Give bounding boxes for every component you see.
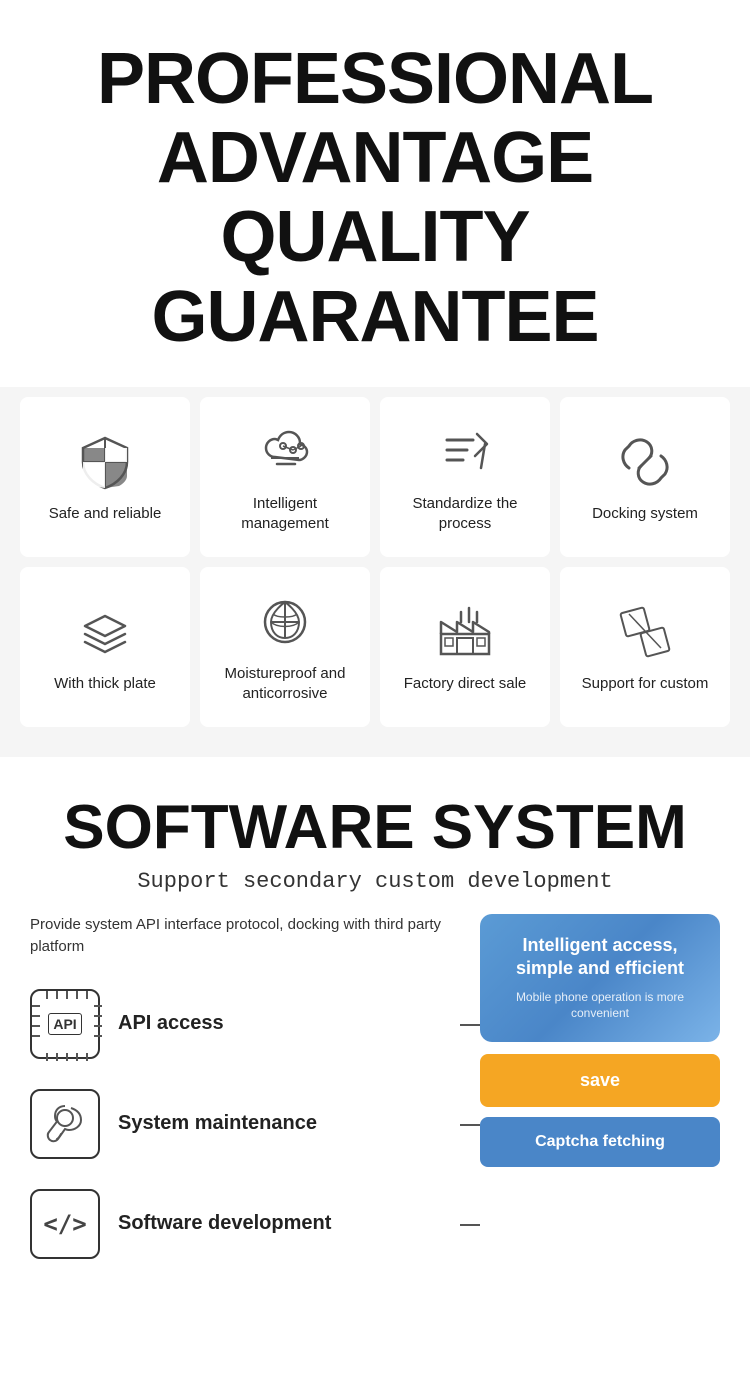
- software-left: Provide system API interface protocol, d…: [30, 914, 460, 1289]
- feature-card-docking: Docking system: [560, 397, 730, 557]
- chip-svg: [32, 991, 102, 1061]
- dev-item-label: Software development: [118, 1212, 331, 1235]
- save-button[interactable]: save: [480, 1054, 720, 1107]
- feature-card-standardize: Standardize the process: [380, 397, 550, 557]
- feature-label-intelligent: Intelligent management: [210, 494, 360, 533]
- header-line1: PROFESSIONAL: [97, 39, 653, 119]
- maintenance-item-label: System maintenance: [118, 1112, 317, 1135]
- leaf-icon: [257, 594, 313, 650]
- header-section: PROFESSIONAL ADVANTAGE QUALITY GUARANTEE: [0, 0, 750, 387]
- software-desc: Provide system API interface protocol, d…: [30, 914, 460, 959]
- software-title: SOFTWARE SYSTEM: [30, 797, 720, 859]
- link-icon: [617, 434, 673, 490]
- software-item-maintenance: System maintenance: [30, 1089, 460, 1159]
- custom-icon: [617, 604, 673, 660]
- features-grid: Safe and reliable Intelligent management: [0, 387, 750, 757]
- connector-maintenance: [460, 1124, 480, 1126]
- maintenance-svg: [43, 1102, 87, 1146]
- layers-icon: [77, 604, 133, 660]
- feature-card-thick: With thick plate: [20, 567, 190, 727]
- feature-card-factory: Factory direct sale: [380, 567, 550, 727]
- feature-card-moisture: Moistureproof and anticorrosive: [200, 567, 370, 727]
- feature-label-moisture: Moistureproof and anticorrosive: [210, 664, 360, 703]
- feature-label-standardize: Standardize the process: [390, 494, 540, 533]
- feature-card-intelligent: Intelligent management: [200, 397, 370, 557]
- feature-label-factory: Factory direct sale: [404, 674, 527, 694]
- feature-label-safe: Safe and reliable: [49, 504, 162, 524]
- connector-dev: [460, 1224, 480, 1226]
- header-line3: QUALITY GUARANTEE: [151, 197, 598, 356]
- feature-card-custom: Support for custom: [560, 567, 730, 727]
- code-icon: </>: [30, 1189, 100, 1259]
- software-right: Intelligent access, simple and efficient…: [480, 914, 720, 1289]
- factory-icon: [437, 604, 493, 660]
- grid-row-1: Safe and reliable Intelligent management: [20, 397, 730, 557]
- connector-api: [460, 1024, 480, 1026]
- grid-row-2: With thick plate Moistureproof and antic…: [20, 567, 730, 727]
- api-item-label: API access: [118, 1012, 224, 1035]
- software-body: Provide system API interface protocol, d…: [30, 914, 720, 1289]
- feature-label-custom: Support for custom: [582, 674, 709, 694]
- feature-label-thick: With thick plate: [54, 674, 156, 694]
- process-icon: [437, 424, 493, 480]
- phone-card: Intelligent access, simple and efficient…: [480, 914, 720, 1042]
- header-title: PROFESSIONAL ADVANTAGE QUALITY GUARANTEE: [20, 40, 730, 357]
- maintenance-icon: [30, 1089, 100, 1159]
- feature-label-docking: Docking system: [592, 504, 698, 524]
- software-item-api: API: [30, 989, 460, 1059]
- api-icon: API: [30, 989, 100, 1059]
- header-line2: ADVANTAGE: [157, 118, 593, 198]
- software-item-dev: </> Software development: [30, 1189, 460, 1259]
- software-section: SOFTWARE SYSTEM Support secondary custom…: [0, 757, 750, 1319]
- phone-card-sub: Mobile phone operation is more convenien…: [500, 989, 700, 1023]
- phone-card-title: Intelligent access, simple and efficient: [500, 934, 700, 981]
- feature-card-safe: Safe and reliable: [20, 397, 190, 557]
- software-subtitle: Support secondary custom development: [30, 869, 720, 894]
- captcha-button[interactable]: Captcha fetching: [480, 1117, 720, 1167]
- shield-icon: [77, 434, 133, 490]
- cloud-icon: [257, 424, 313, 480]
